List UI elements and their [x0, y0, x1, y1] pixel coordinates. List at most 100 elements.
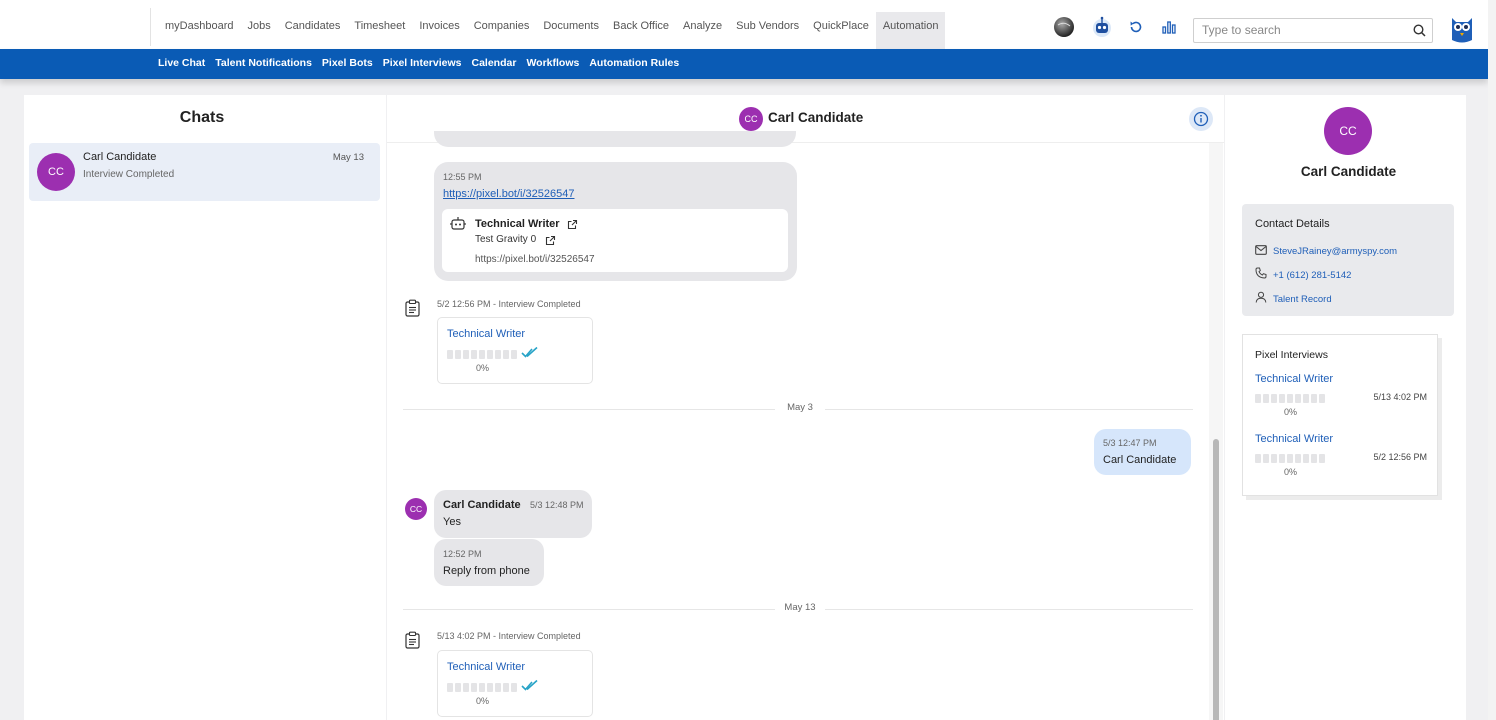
scrollbar-thumb[interactable] [1213, 439, 1219, 720]
avatar: CC [739, 107, 763, 131]
avatar: CC [405, 498, 427, 520]
talent-record-link[interactable]: Talent Record [1273, 294, 1332, 305]
nav-item-sub-vendors[interactable]: Sub Vendors [729, 12, 806, 49]
progress-segments [1255, 394, 1325, 403]
external-link-icon[interactable] [545, 233, 556, 251]
user-icon [1255, 290, 1267, 308]
contact-phone-row[interactable]: +1 (612) 281-5142 [1255, 266, 1351, 284]
day-separator-label: May 3 [775, 402, 825, 413]
subnav-live-chat[interactable]: Live Chat [153, 49, 210, 78]
nav-item-quickplace[interactable]: QuickPlace [806, 12, 876, 49]
page-scrollbar[interactable] [1488, 0, 1496, 720]
subnav-talent-notifications[interactable]: Talent Notifications [210, 49, 317, 78]
incoming-message-bubble: Carl Candidate 5/3 12:48 PM Yes [434, 490, 592, 538]
mail-icon [1255, 242, 1267, 260]
message-text: Carl Candidate [1103, 454, 1177, 466]
top-navbar: myDashboard Jobs Candidates Timesheet In… [0, 0, 1488, 49]
pixel-interviews-header: Pixel Interviews [1255, 349, 1328, 361]
clipboard-icon [404, 631, 421, 654]
message-time: 5/3 12:48 PM [530, 500, 584, 510]
interview-link[interactable]: https://pixel.bot/i/32526547 [443, 188, 574, 200]
contact-email[interactable]: SteveJRainey@armyspy.com [1273, 246, 1397, 257]
globe-icon[interactable] [1052, 15, 1076, 39]
interview-card[interactable]: Technical Writer 0% [437, 650, 593, 717]
contact-email-row[interactable]: SteveJRainey@armyspy.com [1255, 242, 1397, 260]
bar-chart-icon[interactable] [1157, 15, 1181, 39]
owl-logo-icon[interactable] [1450, 14, 1474, 44]
nav-item-automation[interactable]: Automation [875, 12, 946, 49]
nav-item-invoices[interactable]: Invoices [412, 12, 466, 49]
sub-navbar: Live Chat Talent Notifications Pixel Bot… [0, 49, 1488, 79]
search-icon[interactable] [1413, 24, 1426, 42]
nav-item-mydashboard[interactable]: myDashboard [158, 12, 240, 49]
day-separator-label: May 13 [775, 602, 825, 613]
card-subtitle: Test Gravity 0 [475, 234, 537, 245]
subnav-pixel-bots[interactable]: Pixel Bots [317, 49, 378, 78]
outgoing-message-bubble: 5/3 12:47 PM Carl Candidate [1094, 429, 1191, 475]
subnav-automation-rules[interactable]: Automation Rules [584, 49, 684, 78]
interview-title[interactable]: Technical Writer [447, 328, 525, 340]
link-preview-card[interactable]: Technical Writer Test Gravity 0 https://… [442, 209, 788, 272]
chat-name: Carl Candidate [83, 151, 157, 163]
progress-segments [447, 683, 517, 692]
subnav-pixel-interviews[interactable]: Pixel Interviews [378, 49, 467, 78]
nav-item-documents[interactable]: Documents [536, 12, 606, 49]
main-nav: myDashboard Jobs Candidates Timesheet In… [158, 12, 946, 49]
interview-card[interactable]: Technical Writer 0% [437, 317, 593, 384]
refresh-icon[interactable] [1124, 15, 1148, 39]
subnav-calendar[interactable]: Calendar [467, 49, 522, 78]
chat-status: Interview Completed [83, 169, 175, 180]
pixel-interview-date: 5/13 4:02 PM [1373, 392, 1427, 402]
progress-percent: 0% [476, 696, 490, 706]
event-time: 5/2 12:56 PM - Interview Completed [437, 299, 581, 309]
interview-title[interactable]: Technical Writer [447, 661, 525, 673]
progress-segments [447, 350, 517, 359]
nav-item-companies[interactable]: Companies [467, 12, 537, 49]
message-time: 12:52 PM [443, 549, 482, 559]
day-separator: May 3 [403, 402, 1193, 416]
progress-percent: 0% [1284, 467, 1298, 477]
pixel-interview-title[interactable]: Technical Writer [1255, 373, 1333, 385]
clipboard-icon [404, 299, 421, 322]
message-bubble: 12:55 PM https://pixel.bot/i/32526547 Te… [434, 162, 797, 281]
conversation-scrollbar[interactable] [1209, 143, 1223, 720]
contact-details-header: Contact Details [1255, 218, 1330, 230]
nav-item-analyze[interactable]: Analyze [676, 12, 729, 49]
progress-percent: 0% [1284, 407, 1298, 417]
event-time: 5/13 4:02 PM - Interview Completed [437, 631, 581, 641]
profile-panel: CC Carl Candidate Contact Details SteveJ… [1225, 95, 1466, 720]
double-check-icon [521, 679, 539, 698]
talent-record-row[interactable]: Talent Record [1255, 290, 1332, 308]
pixel-interview-date: 5/2 12:56 PM [1373, 452, 1427, 462]
card-title: Technical Writer [475, 218, 560, 230]
message-text: Yes [443, 516, 461, 528]
chats-title: Chats [179, 109, 225, 126]
nav-item-back-office[interactable]: Back Office [606, 12, 676, 49]
conversation-panel: CC Carl Candidate 12:55 PM https://pixel… [387, 95, 1224, 720]
nav-item-candidates[interactable]: Candidates [278, 12, 348, 49]
search-box[interactable] [1193, 18, 1433, 43]
double-check-icon [521, 346, 539, 365]
card-url: https://pixel.bot/i/32526547 [475, 254, 595, 265]
contact-phone[interactable]: +1 (612) 281-5142 [1273, 270, 1351, 281]
message-time: 5/3 12:47 PM [1103, 438, 1157, 448]
pixel-interviews-card: Pixel Interviews Technical Writer 5/13 4… [1242, 334, 1438, 496]
profile-name: Carl Candidate [1300, 164, 1397, 179]
external-link-icon[interactable] [567, 217, 578, 235]
subnav-workflows[interactable]: Workflows [521, 49, 584, 78]
message-text: Reply from phone [443, 565, 530, 577]
nav-item-jobs[interactable]: Jobs [240, 12, 277, 49]
phone-icon [1255, 266, 1267, 284]
info-icon[interactable] [1189, 107, 1213, 131]
avatar: CC [1324, 107, 1372, 155]
message-time: 12:55 PM [443, 172, 482, 182]
search-input[interactable] [1202, 19, 1402, 41]
pixel-bot-icon [449, 215, 467, 238]
nav-item-timesheet[interactable]: Timesheet [347, 12, 412, 49]
chats-panel: Chats CC Carl Candidate Interview Comple… [24, 95, 386, 720]
conversation-title: Carl Candidate [768, 110, 864, 125]
pixel-interview-title[interactable]: Technical Writer [1255, 433, 1333, 445]
pixel-bot-icon[interactable] [1090, 15, 1114, 39]
chat-list-item[interactable]: CC Carl Candidate Interview Completed Ma… [29, 143, 380, 201]
day-separator: May 13 [403, 602, 1193, 616]
